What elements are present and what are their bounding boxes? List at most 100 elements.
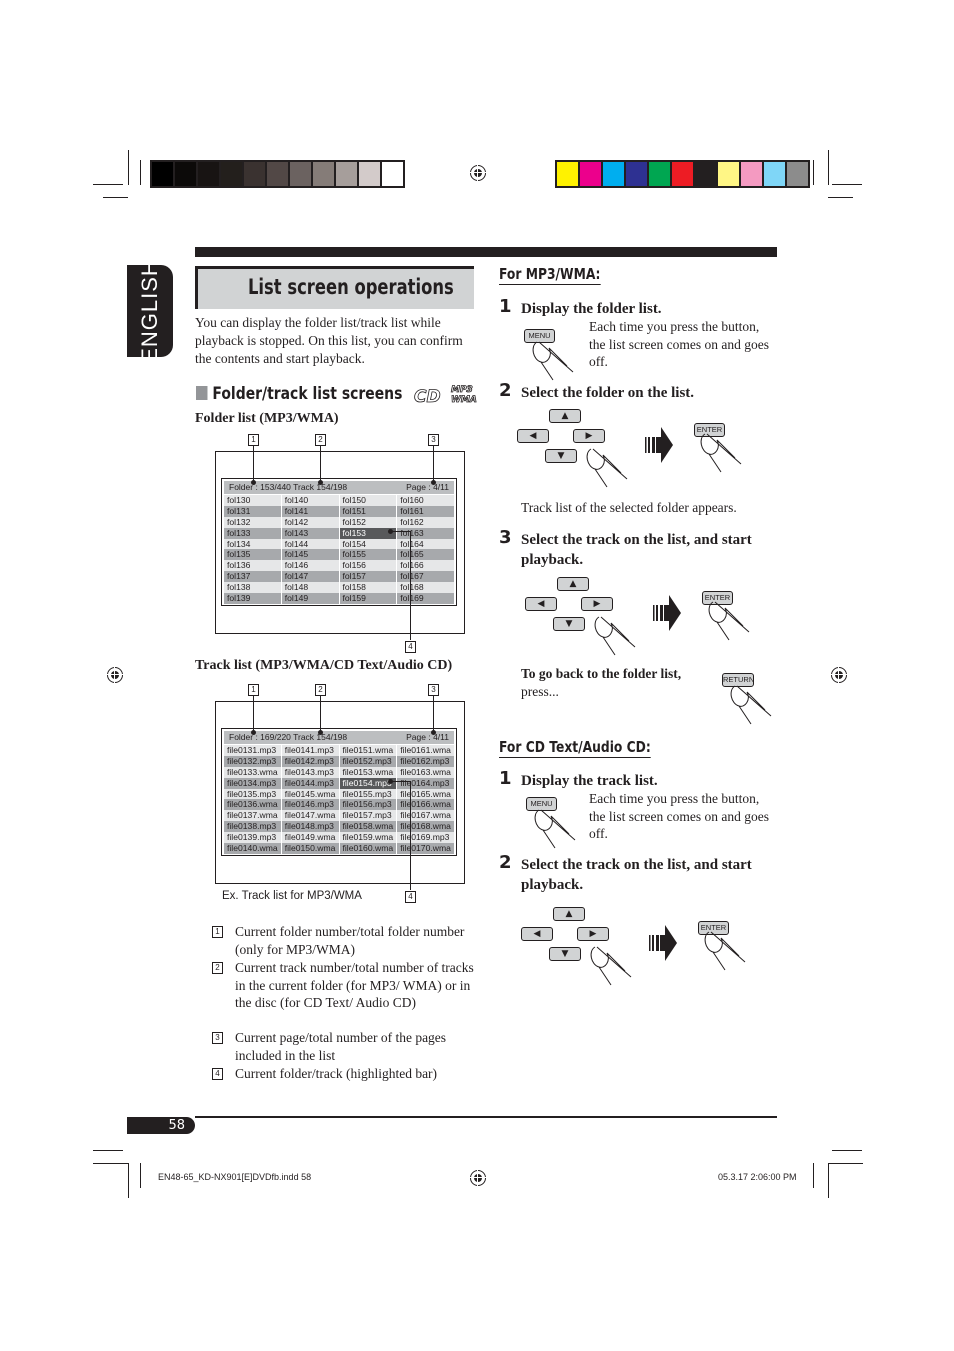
list-item[interactable]: fol149 [281,593,339,604]
list-item[interactable]: fol131 [224,505,281,517]
list-item[interactable]: file0152.mp3 [339,755,397,767]
list-item[interactable]: fol151 [339,505,397,517]
list-item[interactable]: file0134.mp3 [224,777,281,789]
crop-mark [128,1163,129,1198]
list-item[interactable]: file0158.wma [339,821,397,833]
list-item[interactable]: file0135.mp3 [224,788,281,800]
list-item[interactable]: file0164.mp3 [397,777,454,789]
list-item[interactable]: file0170.wma [397,843,454,854]
list-item[interactable]: fol136 [224,560,281,572]
list-item[interactable]: fol132 [224,516,281,528]
list-item[interactable]: fol140 [281,495,339,506]
list-item[interactable]: file0141.mp3 [281,745,339,756]
list-item[interactable]: file0160.wma [339,843,397,854]
up-arrow-button[interactable]: ▲ [549,409,581,423]
up-arrow-button[interactable]: ▲ [553,907,585,921]
list-item[interactable]: file0146.mp3 [281,799,339,811]
list-item[interactable]: file0136.wma [224,799,281,811]
list-item[interactable]: fol142 [281,516,339,528]
list-item[interactable]: file0156.mp3 [339,799,397,811]
list-item[interactable]: fol146 [281,560,339,572]
list-item[interactable]: fol148 [281,582,339,594]
list-item[interactable]: fol133 [224,527,281,539]
gray-swatch [267,162,288,186]
list-item[interactable]: fol144 [281,538,339,550]
list-item[interactable]: file0163.wma [397,766,454,778]
up-arrow-button[interactable]: ▲ [557,577,589,591]
list-item[interactable]: fol152 [339,516,397,528]
left-arrow-button[interactable]: ◀ [517,429,549,443]
list-item[interactable]: fol137 [224,571,281,583]
list-item[interactable]: file0133.wma [224,766,281,778]
list-item[interactable]: fol139 [224,593,281,604]
list-item[interactable]: fol141 [281,505,339,517]
list-item[interactable]: fol143 [281,527,339,539]
mp3-section-heading: For MP3/WMA: [499,265,601,285]
list-item[interactable]: fol159 [339,593,397,604]
legend-item: 4 Current folder/track (highlighted bar) [212,1065,474,1083]
list-item[interactable]: fol160 [397,495,454,506]
list-item[interactable]: file0149.wma [281,832,339,844]
list-item[interactable]: fol164 [397,538,454,550]
list-item[interactable]: file0139.mp3 [224,832,281,844]
list-item[interactable]: file0151.wma [339,745,397,756]
step-title: Select the track on the list, and start … [521,857,752,893]
left-arrow-button[interactable]: ◀ [521,927,553,941]
list-item[interactable]: fol156 [339,560,397,572]
list-item[interactable]: file0137.wma [224,810,281,822]
list-item[interactable]: file0155.mp3 [339,788,397,800]
list-item[interactable]: file0167.wma [397,810,454,822]
list-item[interactable]: file0159.wma [339,832,397,844]
right-arrow-button[interactable]: ▶ [577,927,609,941]
list-item[interactable]: file0140.wma [224,843,281,854]
list-item[interactable]: file0165.wma [397,788,454,800]
down-arrow-button[interactable]: ▼ [553,617,585,631]
list-item[interactable]: file0161.wma [397,745,454,756]
list-item[interactable]: fol135 [224,549,281,561]
list-item[interactable]: file0145.wma [281,788,339,800]
right-arrow-button[interactable]: ▶ [573,429,605,443]
list-item[interactable]: file0169.mp3 [397,832,454,844]
list-item[interactable]: fol168 [397,582,454,594]
callout-number: 1 [212,926,223,938]
list-item[interactable]: file0147.wma [281,810,339,822]
list-item[interactable]: fol154 [339,538,397,550]
list-item[interactable]: fol167 [397,571,454,583]
list-item[interactable]: file0131.mp3 [224,745,281,756]
list-item[interactable]: file0162.mp3 [397,755,454,767]
list-item[interactable]: fol145 [281,549,339,561]
list-item[interactable]: fol134 [224,538,281,550]
down-arrow-button[interactable]: ▼ [545,449,577,463]
list-item[interactable]: fol147 [281,571,339,583]
list-item[interactable]: file0144.mp3 [281,777,339,789]
right-arrow-button[interactable]: ▶ [581,597,613,611]
list-item[interactable]: fol155 [339,549,397,561]
legend-item: 3 Current page/total number of the pages … [212,1029,474,1064]
step-number: 2 [499,852,512,873]
list-item[interactable]: fol138 [224,582,281,594]
list-item[interactable]: fol130 [224,495,281,506]
list-item[interactable]: file0157.mp3 [339,810,397,822]
list-item[interactable]: file0166.wma [397,799,454,811]
list-item[interactable]: fol157 [339,571,397,583]
list-item[interactable]: file0142.mp3 [281,755,339,767]
callout-number: 2 [315,434,326,446]
list-item[interactable]: fol169 [397,593,454,604]
list-item[interactable]: file0143.mp3 [281,766,339,778]
list-item[interactable]: file0148.mp3 [281,821,339,833]
list-item[interactable]: fol165 [397,549,454,561]
list-item[interactable]: file0138.mp3 [224,821,281,833]
callout-dot [251,730,256,735]
list-item[interactable]: fol163 [397,527,454,539]
list-item[interactable]: file0150.wma [281,843,339,854]
list-item[interactable]: fol166 [397,560,454,572]
list-item[interactable]: file0132.mp3 [224,755,281,767]
list-item[interactable]: file0153.wma [339,766,397,778]
list-item[interactable]: fol162 [397,516,454,528]
list-item[interactable]: fol161 [397,505,454,517]
list-item[interactable]: fol150 [339,495,397,506]
left-arrow-button[interactable]: ◀ [525,597,557,611]
down-arrow-button[interactable]: ▼ [549,947,581,961]
list-item[interactable]: fol158 [339,582,397,594]
list-item[interactable]: file0168.wma [397,821,454,833]
